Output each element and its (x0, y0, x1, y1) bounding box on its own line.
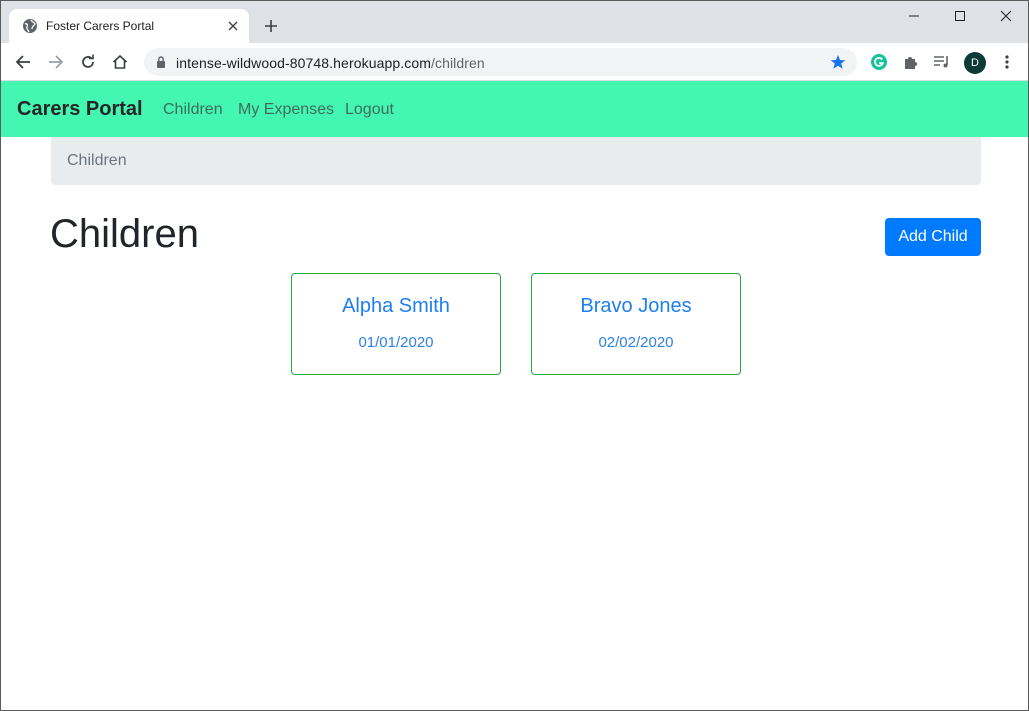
window-close-icon[interactable] (983, 1, 1029, 31)
add-child-button[interactable]: Add Child (885, 218, 981, 256)
new-tab-icon[interactable] (259, 14, 283, 38)
tab-title: Foster Carers Portal (46, 19, 155, 33)
url-host: intense-wildwood-80748.herokuapp.com (176, 55, 431, 71)
url-path: /children (430, 55, 485, 71)
url-text: intense-wildwood-80748.herokuapp.com/chi… (176, 55, 485, 71)
media-queue-icon[interactable] (932, 52, 952, 72)
maximize-icon[interactable] (937, 1, 983, 31)
address-bar[interactable]: intense-wildwood-80748.herokuapp.com/chi… (144, 48, 857, 76)
reload-icon[interactable] (76, 50, 100, 74)
browser-tabstrip: Foster Carers Portal (1, 1, 1028, 43)
brand-logo[interactable]: Carers Portal (17, 98, 143, 121)
browser-toolbar: intense-wildwood-80748.herokuapp.com/chi… (1, 43, 1028, 81)
home-icon[interactable] (108, 50, 132, 74)
lock-icon[interactable] (154, 55, 168, 69)
nav-link-my-expenses[interactable]: My Expenses (238, 101, 334, 119)
profile-avatar[interactable]: D (964, 52, 986, 74)
extensions-puzzle-icon[interactable] (901, 52, 921, 72)
forward-arrow-icon[interactable] (44, 50, 68, 74)
breadcrumb-item-children: Children (67, 152, 127, 169)
nav-link-children[interactable]: Children (163, 101, 223, 119)
kebab-menu-icon[interactable] (997, 52, 1017, 72)
globe-icon (23, 19, 37, 33)
breadcrumb: Children (51, 137, 981, 185)
bookmark-star-icon[interactable] (830, 54, 846, 70)
grammarly-icon[interactable] (869, 52, 889, 72)
browser-tab[interactable]: Foster Carers Portal (9, 9, 249, 43)
nav-link-logout[interactable]: Logout (345, 101, 394, 119)
child-card[interactable]: Alpha Smith 01/01/2020 (291, 273, 501, 375)
minimize-icon[interactable] (891, 1, 937, 31)
close-tab-icon[interactable] (225, 18, 241, 34)
child-dob: 02/02/2020 (598, 334, 674, 351)
page-title: Children (50, 212, 199, 256)
child-name[interactable]: Alpha Smith (292, 295, 500, 318)
back-arrow-icon[interactable] (11, 50, 35, 74)
child-name[interactable]: Bravo Jones (532, 295, 740, 318)
child-card[interactable]: Bravo Jones 02/02/2020 (531, 273, 741, 375)
child-dob: 01/01/2020 (358, 334, 434, 351)
app-navbar: Carers Portal Children My Expenses Logou… (1, 81, 1028, 137)
